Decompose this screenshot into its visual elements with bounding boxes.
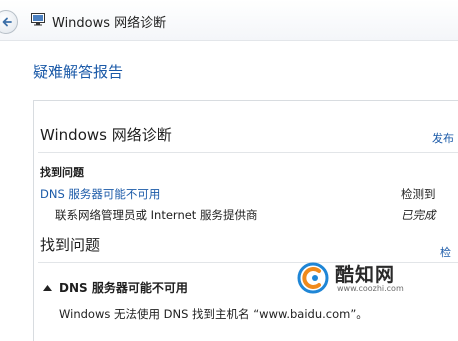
title-bar: Windows 网络诊断 — [0, 0, 458, 41]
problem-description: Windows 无法使用 DNS 找到主机名 “www.baidu.com”。 — [59, 307, 368, 321]
summary-section-label: 找到问题 — [40, 166, 84, 179]
dns-issue-link[interactable]: DNS 服务器可能不可用 — [40, 186, 160, 202]
window-title: Windows 网络诊断 — [52, 16, 167, 31]
section-divider — [38, 152, 458, 153]
action-label: 联系网络管理员或 Internet 服务提供商 — [55, 208, 258, 222]
problem-title[interactable]: DNS 服务器可能不可用 — [59, 279, 188, 296]
collapse-triangle-icon[interactable] — [43, 285, 52, 291]
watermark-url: www.coozhi.com — [337, 284, 404, 293]
action-status: 已完成 — [401, 208, 436, 222]
coozhi-logo-icon — [297, 262, 329, 294]
report-heading: 疑难解答报告 — [33, 63, 124, 81]
back-arrow-icon — [2, 17, 12, 27]
network-diagnostics-icon — [31, 13, 45, 26]
diagnostics-title: Windows 网络诊断 — [40, 126, 172, 144]
details-section-title: 找到问题 — [40, 236, 101, 254]
publish-link[interactable]: 发布 — [432, 130, 454, 146]
issue-status: 检测到 — [401, 187, 436, 201]
watermark: 酷知网 www.coozhi.com — [297, 260, 417, 296]
back-button[interactable] — [0, 10, 18, 34]
check-link[interactable]: 检 — [440, 244, 451, 260]
watermark-brand: 酷知网 — [335, 264, 396, 286]
